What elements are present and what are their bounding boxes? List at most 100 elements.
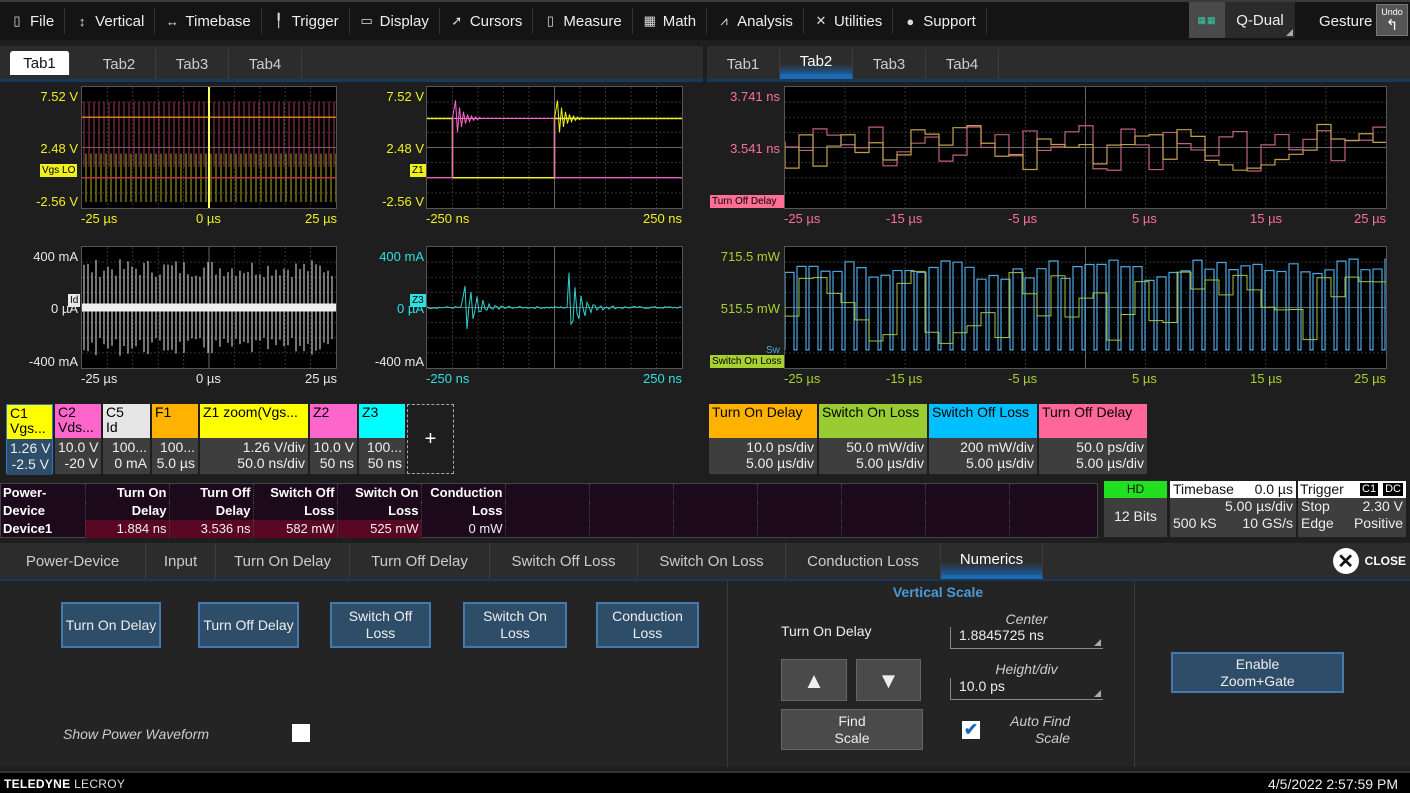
menu-measure[interactable]: ▯ Measure bbox=[533, 8, 633, 34]
menu-analysis[interactable]: ⩘ Analysis bbox=[707, 8, 804, 34]
show-power-waveform-checkbox[interactable] bbox=[292, 724, 310, 742]
header-power-device: Power- bbox=[1, 484, 86, 502]
grid-vgs-overview[interactable] bbox=[81, 86, 337, 209]
graticule bbox=[427, 87, 682, 208]
dialog-tab-numerics[interactable]: Numerics bbox=[941, 543, 1043, 579]
switch-off-loss-value: 582 mW bbox=[253, 520, 338, 538]
zoom-z3-descriptor[interactable]: Z3 100... 50 ns bbox=[359, 404, 405, 474]
g6-xlabel-2: -5 µs bbox=[1008, 371, 1038, 386]
menu-cursors[interactable]: ➚ Cursors bbox=[440, 8, 534, 34]
menu-support[interactable]: ● Support bbox=[893, 8, 987, 34]
undo-button[interactable]: Undo ↰ bbox=[1376, 4, 1408, 36]
menu-file[interactable]: ▯ File bbox=[0, 8, 66, 34]
auto-find-scale-checkbox[interactable]: ✔ bbox=[962, 721, 980, 739]
right-tab-4[interactable]: Tab4 bbox=[926, 49, 999, 79]
header-turn-off-delay: Turn Off bbox=[169, 484, 254, 502]
file-icon: ▯ bbox=[13, 13, 21, 28]
vgs-lo-trace-tag[interactable]: Vgs LO bbox=[40, 164, 78, 177]
acquisition-resolution-box[interactable]: HD 12 Bits bbox=[1104, 481, 1167, 537]
dialog-tab-switch-on-loss[interactable]: Switch On Loss bbox=[638, 543, 786, 579]
find-scale-button[interactable]: Find Scale bbox=[781, 709, 923, 750]
switch-on-loss-button[interactable]: Switch On Loss bbox=[463, 602, 567, 648]
center-label: Center bbox=[1005, 611, 1048, 627]
conduction-loss-button[interactable]: Conduction Loss bbox=[596, 602, 699, 648]
g1-ylabel-mid: 2.48 V bbox=[40, 141, 78, 156]
brand-logo: TELEDYNE LECROY bbox=[4, 777, 125, 791]
menu-timebase[interactable]: ↔ Timebase bbox=[155, 8, 262, 34]
tools-icon: ✕ bbox=[815, 13, 827, 28]
right-tab-1[interactable]: Tab1 bbox=[707, 49, 780, 79]
right-tab-2[interactable]: Tab2 bbox=[780, 49, 853, 79]
zoom-z2-descriptor[interactable]: Z2 10.0 V 50 ns bbox=[310, 404, 357, 474]
trigger-label: Trigger bbox=[1300, 481, 1344, 497]
layout-selector[interactable]: ▦▦ Q-Dual bbox=[1189, 2, 1295, 38]
measurement-table: Power- Turn On Turn Off Switch Off Switc… bbox=[0, 483, 1098, 538]
trend-turn-off-delay-descriptor[interactable]: Turn Off Delay 50.0 ps/div 5.00 µs/div bbox=[1039, 404, 1147, 474]
channel-c5-descriptor[interactable]: C5 Id 100... 0 mA bbox=[103, 404, 150, 474]
menu-trigger[interactable]: ╿ Trigger bbox=[262, 8, 350, 34]
trend-switch-on-loss-descriptor[interactable]: Switch On Loss 50.0 mW/div 5.00 µs/div bbox=[819, 404, 927, 474]
close-icon: ✕ bbox=[1332, 548, 1359, 574]
header-switch-on-loss: Switch On bbox=[337, 484, 422, 502]
header-switch-off-loss: Switch Off bbox=[253, 484, 338, 502]
z3-trace-tag[interactable]: Z3 bbox=[410, 294, 426, 307]
channel-c1-descriptor[interactable]: C1 Vgs... 1.26 V -2.5 V bbox=[6, 404, 53, 475]
channel-c2-descriptor[interactable]: C2 Vds... 10.0 V -20 V bbox=[55, 404, 101, 474]
id-baseline bbox=[82, 303, 336, 312]
dialog-tab-turn-off-delay[interactable]: Turn Off Delay bbox=[350, 543, 490, 579]
add-trace-button[interactable]: + bbox=[407, 404, 454, 474]
left-tab-2[interactable]: Tab2 bbox=[83, 49, 156, 79]
g6-xlabel-1: -15 µs bbox=[886, 371, 923, 386]
g6-xlabel-4: 15 µs bbox=[1250, 371, 1283, 386]
header-turn-off-delay-2: Delay bbox=[169, 502, 254, 520]
height-div-field[interactable]: 10.0 ps bbox=[950, 678, 1103, 700]
zoom-z1-descriptor[interactable]: Z1 zoom(Vgs... 1.26 V/div 50.0 ns/div bbox=[200, 404, 308, 474]
table-row[interactable]: Device1 1.884 ns 3.536 ns 582 mW 525 mW … bbox=[1, 520, 1010, 538]
scale-up-button[interactable]: ▲ bbox=[781, 659, 847, 701]
dialog-tab-turn-on-delay[interactable]: Turn On Delay bbox=[216, 543, 350, 579]
turn-off-delay-button[interactable]: Turn Off Delay bbox=[198, 602, 299, 648]
trend-switch-off-loss-descriptor[interactable]: Switch Off Loss 200 mW/div 5.00 µs/div bbox=[929, 404, 1037, 474]
switch-off-loss-button[interactable]: Switch Off Loss bbox=[330, 602, 431, 648]
up-triangle-icon: ▲ bbox=[803, 667, 825, 693]
menu-math[interactable]: ▦ Math bbox=[633, 8, 708, 34]
undo-arrow-icon: ↰ bbox=[1385, 17, 1399, 34]
close-button[interactable]: ✕ CLOSE bbox=[1332, 548, 1406, 574]
graticule bbox=[82, 247, 336, 368]
dialog-tab-input[interactable]: Input bbox=[146, 543, 216, 579]
menu-utilities[interactable]: ✕ Utilities bbox=[804, 8, 894, 34]
turn-on-delay-button[interactable]: Turn On Delay bbox=[61, 602, 161, 648]
center-field[interactable]: 1.8845725 ns bbox=[950, 627, 1103, 649]
menu-vertical[interactable]: ↕ Vertical bbox=[65, 8, 156, 34]
trend-turn-on-delay-descriptor[interactable]: Turn On Delay 10.0 ps/div 5.00 µs/div bbox=[709, 404, 817, 474]
enable-zoom-gate-button[interactable]: Enable Zoom+Gate bbox=[1171, 652, 1344, 693]
switch-on-loss-trace-tag[interactable]: Switch On Loss bbox=[710, 355, 784, 368]
left-tab-4[interactable]: Tab4 bbox=[229, 49, 302, 79]
graticule bbox=[785, 87, 1386, 208]
trigger-box[interactable]: Trigger C1 DC Stop 2.30 V Edge Positive bbox=[1298, 481, 1406, 537]
grid-switch-loss-trend[interactable] bbox=[784, 246, 1387, 369]
grid-z3-zoom[interactable] bbox=[426, 246, 683, 369]
scale-down-button[interactable]: ▼ bbox=[856, 659, 921, 701]
dialog-tab-power-device[interactable]: Power-Device bbox=[0, 543, 146, 579]
function-f1-descriptor[interactable]: F1 100... 5.0 µs bbox=[152, 404, 198, 474]
g5-xlabel-left: -250 ns bbox=[426, 371, 470, 386]
turn-off-delay-trace-tag[interactable]: Turn Off Delay bbox=[710, 195, 784, 208]
date-time: 4/5/2022 2:57:59 PM bbox=[1268, 776, 1398, 792]
dialog-tab-conduction-loss[interactable]: Conduction Loss bbox=[786, 543, 941, 579]
id-trace-tag[interactable]: Id bbox=[68, 294, 81, 307]
left-tab-1[interactable]: Tab1 bbox=[10, 51, 70, 75]
grid-id-overview[interactable] bbox=[81, 246, 337, 369]
timebase-div: 5.00 µs/div bbox=[1225, 498, 1293, 514]
right-tab-3[interactable]: Tab3 bbox=[853, 49, 926, 79]
grid-z1-zoom[interactable] bbox=[426, 86, 683, 209]
g5-xlabel-right: 250 ns bbox=[643, 371, 683, 386]
z1-trace-tag[interactable]: Z1 bbox=[410, 164, 426, 177]
grid-turn-off-delay-trend[interactable] bbox=[784, 86, 1387, 209]
menu-display[interactable]: ▭ Display bbox=[350, 8, 440, 34]
timebase-box[interactable]: Timebase 0.0 µs 5.00 µs/div 500 kS 10 GS/s bbox=[1170, 481, 1296, 537]
g2-xlabel-left: -250 ns bbox=[426, 211, 470, 226]
dialog-tab-switch-off-loss[interactable]: Switch Off Loss bbox=[490, 543, 638, 579]
left-tab-3[interactable]: Tab3 bbox=[156, 49, 229, 79]
g3-xlabel-5: 25 µs bbox=[1354, 211, 1387, 226]
